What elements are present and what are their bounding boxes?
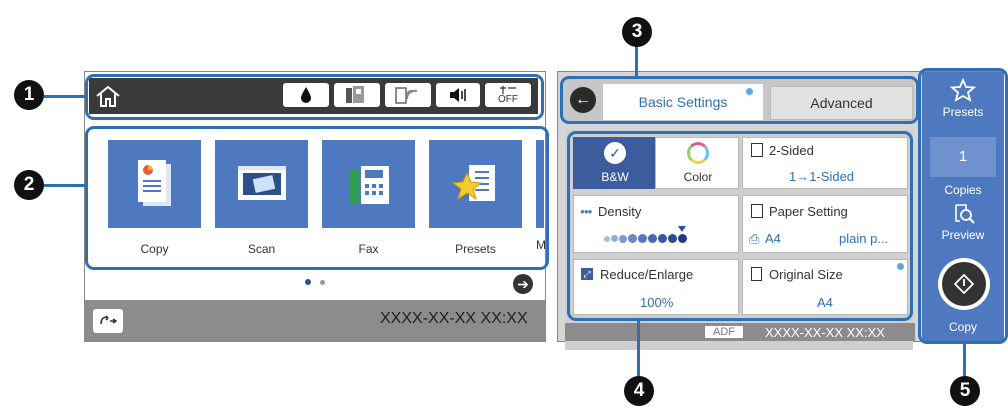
callout-5-line [963, 344, 966, 380]
callout-5: 5 [950, 376, 980, 406]
home-datetime: XXXX-XX-XX XX:XX [380, 310, 528, 327]
settings-highlight [567, 131, 913, 321]
callout-2: 2 [14, 170, 44, 200]
side-panel-highlight [918, 68, 1008, 344]
page-dot [320, 280, 325, 285]
next-page-arrow-icon[interactable]: ➔ [513, 274, 533, 294]
copy-footer-datetime: XXXX-XX-XX XX:XX [765, 325, 885, 340]
callout-3: 3 [622, 17, 652, 47]
callout-1-line [44, 95, 87, 98]
callout-3-line [635, 46, 638, 77]
callout-2-line [44, 184, 87, 187]
callout-4-line [637, 321, 640, 380]
tab-bar-highlight [560, 76, 919, 124]
copy-footer: ADF XXXX-XX-XX XX:XX [565, 323, 915, 341]
adf-badge: ADF [705, 326, 743, 338]
page-dot-active [305, 279, 311, 285]
fax-job-icon[interactable] [93, 309, 123, 333]
callout-1: 1 [14, 80, 44, 110]
status-bar-highlight [85, 74, 544, 120]
apps-highlight [85, 126, 549, 270]
callout-4: 4 [624, 376, 654, 406]
